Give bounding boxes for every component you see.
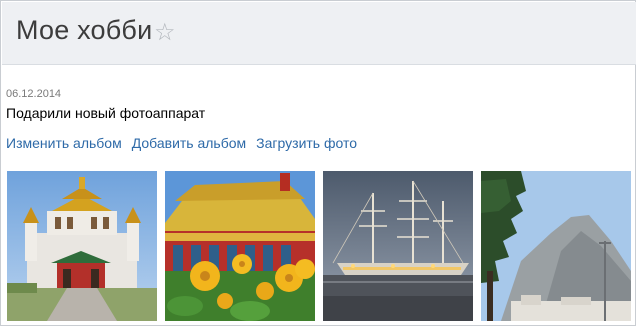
photo-grid — [7, 171, 631, 321]
photo-thumbnail-pagoda-flowers[interactable] — [165, 171, 315, 321]
upload-photo-link[interactable]: Загрузить фото — [256, 135, 357, 151]
album-actions: Изменить альбом Добавить альбом Загрузит… — [6, 135, 357, 151]
album-panel: Мое хобби ☆ 06.12.2014 Подарили новый фо… — [0, 0, 636, 326]
album-header: Мое хобби ☆ — [2, 2, 636, 65]
album-title: Мое хобби — [16, 15, 153, 45]
photo-thumbnail-tall-ship[interactable] — [323, 171, 473, 321]
rock-photo-image — [481, 171, 631, 321]
pagoda-photo-image — [165, 171, 315, 321]
temple-photo-image — [7, 171, 157, 321]
ship-photo-image — [323, 171, 473, 321]
photo-thumbnail-temple[interactable] — [7, 171, 157, 321]
album-description: Подарили новый фотоаппарат — [6, 105, 206, 121]
edit-album-link[interactable]: Изменить альбом — [6, 135, 122, 151]
star-outline-icon[interactable]: ☆ — [154, 18, 176, 46]
add-album-link[interactable]: Добавить альбом — [132, 135, 246, 151]
photo-thumbnail-rock[interactable] — [481, 171, 631, 321]
album-date: 06.12.2014 — [6, 88, 62, 100]
